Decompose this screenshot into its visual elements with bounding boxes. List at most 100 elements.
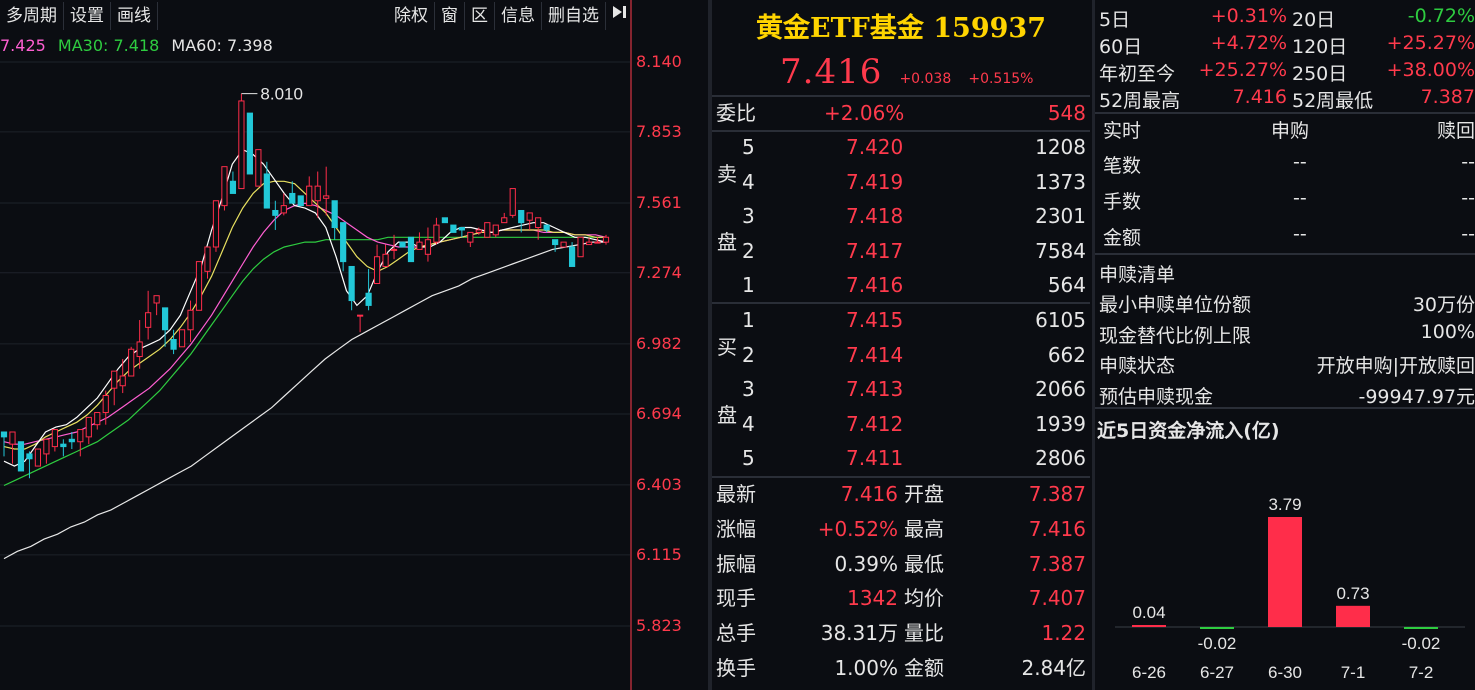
quote-stat-value: 2.84亿 (1021, 656, 1086, 680)
candle-up (373, 256, 381, 285)
order-book-volume: 662 (1047, 342, 1086, 367)
candle-down (568, 246, 576, 267)
toolbar-button-multi-period[interactable]: 多周期 (0, 2, 64, 30)
y-axis-label: 7.274 (636, 263, 682, 282)
candle-up (433, 224, 440, 243)
toolbar-button-info[interactable]: 信息 (495, 2, 542, 30)
quote-stat-label: 最新 (716, 482, 756, 506)
quote-stat-label: 均价 (904, 586, 944, 611)
candle-up (238, 100, 245, 190)
order-book-level: 3 (742, 377, 755, 402)
candle-down (441, 217, 449, 224)
chart-toolbar: 多周期 设置 画线 除权 窗 区 信息 删自选 (0, 0, 632, 32)
realtime-subscribe-value: -- (1293, 223, 1307, 245)
order-book-row: 5 7.420 1208 (712, 130, 1090, 164)
order-book-level: 5 (742, 135, 755, 159)
quote-stat-label: 换手 (716, 656, 756, 680)
order-book-volume: 2301 (1035, 204, 1086, 229)
candle-up (153, 295, 160, 304)
toolbar-button-remove-watchlist[interactable]: 删自选 (542, 2, 606, 30)
quote-stat-value: 7.407 (1028, 586, 1086, 611)
kline-chart[interactable]: 8.010 (0, 0, 710, 690)
order-book-price: 7.413 (846, 377, 904, 402)
order-book-price: 7.411 (846, 446, 904, 471)
realtime-header-label: 申购 (1271, 120, 1310, 142)
quote-stat-value: 7.387 (1028, 551, 1086, 576)
quote-stat-value: 0.39% (834, 551, 898, 576)
kline-chart-panel[interactable]: 8.010 多周期 设置 画线 除权 窗 区 信息 删自选 7.425 MA30… (0, 0, 710, 690)
candle-down (170, 338, 177, 350)
order-book-level: 4 (742, 411, 755, 436)
candle-up (390, 248, 398, 251)
candle-down (399, 241, 406, 248)
flow-bar (1336, 605, 1370, 627)
candle-up (280, 205, 287, 214)
order-ratio-label: 委比 (716, 101, 756, 125)
candle-down (543, 224, 550, 231)
realtime-redeem-value: -- (1461, 187, 1475, 209)
y-axis-label: 5.823 (636, 616, 682, 635)
candle-up (424, 239, 432, 255)
high-marker-label: 8.010 (260, 85, 303, 104)
candle-down (60, 443, 67, 448)
order-book-row: 1 7.415 6105 (712, 303, 1090, 337)
candle-down (26, 453, 33, 460)
candle-up (585, 241, 593, 246)
quote-stat-value: 38.31万 (820, 621, 898, 646)
order-book-volume: 1373 (1035, 169, 1086, 194)
creation-list-label: 预估申赎现金 (1099, 385, 1214, 408)
candle-up (560, 241, 567, 248)
candle-down (68, 438, 75, 443)
order-book-volume: 6105 (1035, 308, 1086, 332)
toolbar-button-draw[interactable]: 画线 (111, 2, 158, 30)
toolbar-button-range[interactable]: 区 (465, 2, 495, 30)
order-book-price: 7.414 (846, 342, 904, 367)
toolbar-button-ex-rights[interactable]: 除权 (388, 2, 435, 30)
candle-up (306, 185, 313, 207)
candle-up (187, 309, 194, 331)
ma-medium-line (3, 180, 606, 450)
divider (1095, 253, 1475, 255)
security-title: 黄金ETF基金 159937 (756, 13, 1046, 44)
realtime-subscribe-value: -- (1293, 187, 1307, 209)
candle-down (365, 292, 372, 306)
performance-value: +25.27% (1198, 59, 1287, 81)
order-book-row: 4 7.419 1373 (712, 165, 1090, 199)
candle-up (314, 185, 321, 202)
flow-bar (1404, 627, 1438, 629)
y-axis-label: 7.561 (636, 193, 682, 212)
quote-stat-label: 最低 (904, 551, 944, 576)
candle-up (255, 149, 262, 187)
order-ratio-diff: 548 (1047, 101, 1086, 125)
order-book-price: 7.419 (846, 169, 904, 194)
quote-stat-row: 涨幅 +0.52% 最高 7.416 (712, 512, 1090, 546)
candle-up (221, 166, 228, 207)
toolbar-button-window[interactable]: 窗 (435, 2, 465, 30)
candle-down (17, 441, 25, 472)
candle-up (85, 416, 92, 438)
order-book-row: 2 7.414 662 (712, 338, 1090, 372)
flow-category-label: 6-27 (1200, 663, 1234, 682)
realtime-label: 笔数 (1103, 155, 1142, 177)
candle-up (382, 253, 389, 267)
performance-value: 7.387 (1420, 86, 1475, 108)
creation-list-label: 申赎状态 (1099, 355, 1176, 377)
toolbar-button-settings[interactable]: 设置 (64, 2, 111, 30)
performance-label: 60日 (1099, 36, 1143, 58)
candle-down (161, 307, 169, 331)
order-book-price: 7.412 (846, 411, 904, 436)
fund-info-panel: 5日 +0.31% 20日 -0.72% 60日 +4.72% 120日 +25.27% 年初至… (1095, 0, 1475, 690)
quote-stat-row: 换手 1.00% 金额 2.84亿 (712, 651, 1090, 685)
arrow-right-bar-icon[interactable] (606, 2, 632, 30)
order-book-row: 5 7.411 2806 (712, 441, 1090, 475)
quote-stat-row: 总手 38.31万 量比 1.22 (712, 616, 1090, 650)
flow-bar-value: -0.02 (1198, 634, 1237, 653)
performance-label: 年初至今 (1099, 63, 1176, 85)
candle-up (212, 200, 220, 248)
order-book-row: 2 7.417 7584 (712, 234, 1090, 268)
flow-bar (1200, 627, 1234, 629)
candle-down (450, 224, 457, 233)
quote-stat-label: 金额 (904, 656, 944, 680)
flow-bar-value: 3.79 (1268, 495, 1301, 514)
realtime-redeem-value: -- (1461, 223, 1475, 245)
